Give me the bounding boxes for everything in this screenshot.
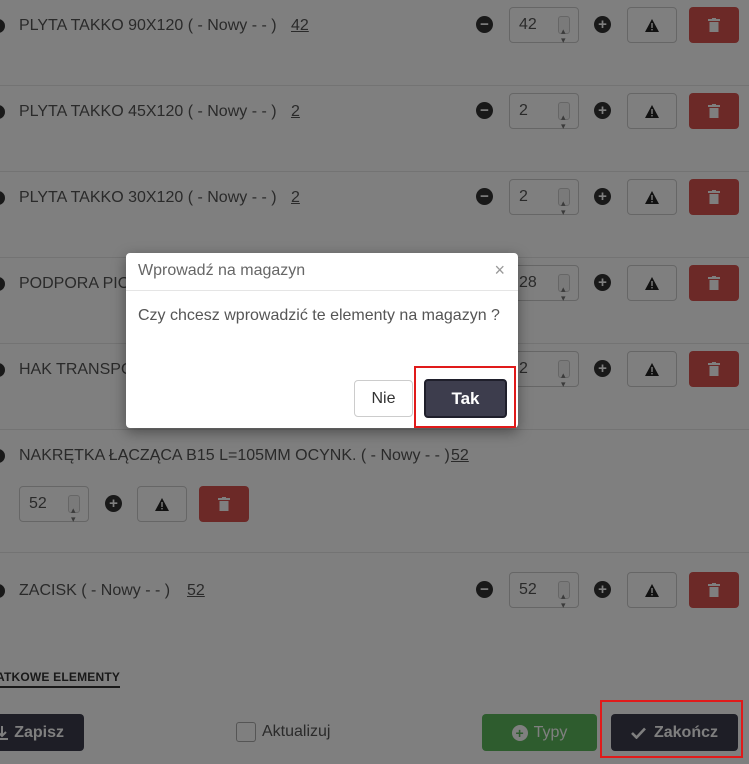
dialog-header: Wprowadź na magazyn × (126, 253, 518, 291)
dialog-message: Czy chcesz wprowadzić te elementy na mag… (138, 307, 500, 324)
dialog-title: Wprowadź na magazyn (138, 262, 306, 279)
confirm-dialog: Wprowadź na magazyn × Czy chcesz wprowad… (126, 253, 518, 428)
close-icon[interactable]: × (494, 261, 505, 279)
yes-button[interactable]: Tak (424, 379, 507, 418)
no-button[interactable]: Nie (354, 380, 413, 417)
